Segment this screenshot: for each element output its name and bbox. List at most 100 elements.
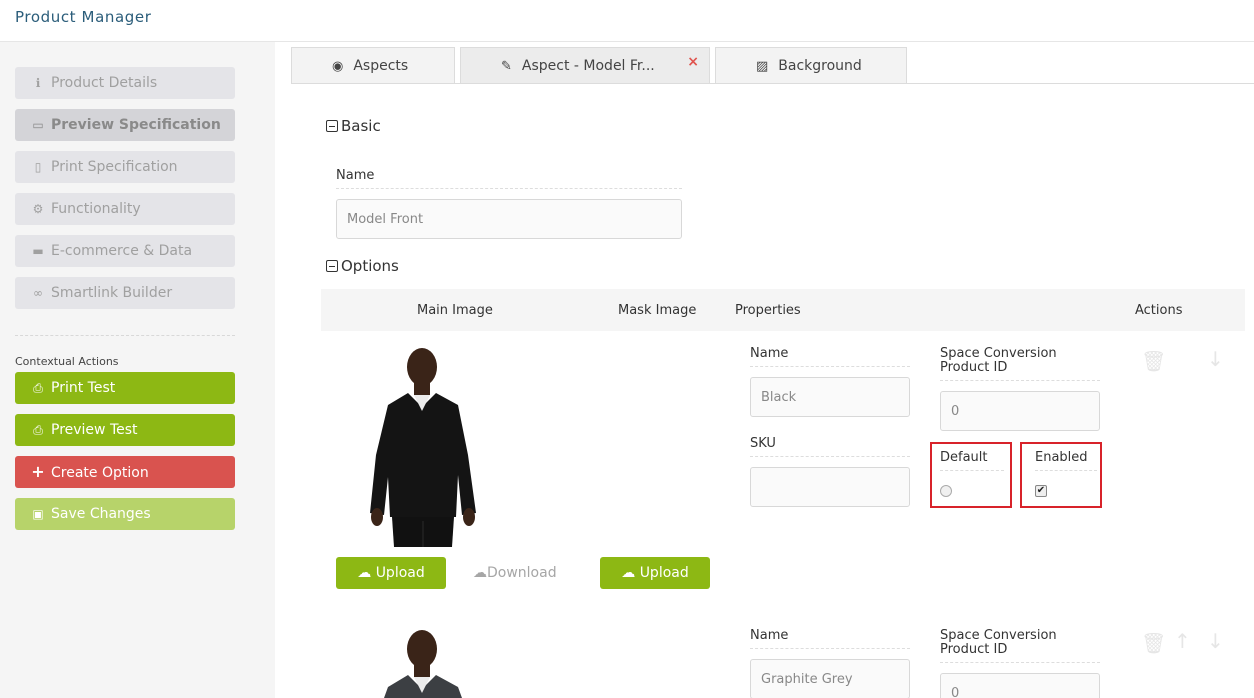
space-conversion-label: Space Conversion Product ID (940, 629, 1057, 657)
printer-icon: ⎙ (33, 423, 43, 437)
upload-main-image-button[interactable]: ☁ Upload (336, 557, 446, 589)
floppy-icon: ▣ (32, 507, 44, 521)
option-name-label: Name (750, 346, 789, 361)
pdf-file-icon: ▯ (34, 160, 42, 174)
basic-section-toggle[interactable]: Basic (326, 117, 381, 135)
options-section-toggle[interactable]: Options (326, 257, 399, 275)
nav-label: Functionality (51, 201, 141, 217)
sku-input[interactable] (750, 467, 910, 507)
printer-icon: ⎙ (33, 381, 43, 395)
nav-label: Smartlink Builder (51, 285, 173, 301)
upload-mask-image-button[interactable]: ☁ Upload (600, 557, 710, 589)
aspect-name-input[interactable] (336, 199, 682, 239)
tab-label: Aspect - Model Fr... (521, 58, 655, 74)
trash-icon[interactable]: 🗑 (1141, 349, 1166, 373)
nav-label: Print Specification (51, 159, 178, 175)
enabled-label: Enabled (1035, 450, 1088, 465)
button-label: Print Test (51, 380, 116, 396)
label-divider (940, 662, 1100, 663)
tab-aspects[interactable]: ◉ Aspects (291, 47, 455, 84)
label-divider (940, 470, 1004, 471)
col-mask-image: Mask Image (618, 303, 697, 318)
nav-label: E-commerce & Data (51, 243, 193, 259)
credit-card-icon: ▬ (32, 244, 44, 258)
save-changes-button[interactable]: ▣ Save Changes (15, 498, 235, 530)
arrow-down-icon[interactable]: ↓ (1207, 629, 1224, 653)
collapse-icon (326, 260, 338, 272)
space-conversion-product-id-input[interactable] (940, 391, 1100, 431)
button-label: Save Changes (51, 506, 151, 522)
nav-label: Product Details (51, 75, 158, 91)
option-name-input[interactable] (750, 659, 910, 698)
nav-product-details[interactable]: ℹ Product Details (15, 67, 235, 99)
cloud-download-icon: ☁ (473, 565, 487, 581)
label-divider (1035, 470, 1097, 471)
arrow-down-icon[interactable]: ↓ (1207, 347, 1224, 371)
button-label: Upload (639, 565, 689, 581)
sidebar-divider (15, 335, 235, 336)
tab-label: Background (778, 58, 862, 74)
label-line-1: Space Conversion (940, 346, 1057, 361)
label-divider (750, 366, 910, 367)
tab-aspect-model-front[interactable]: ✎ Aspect - Model Fr... × (460, 47, 710, 84)
nav-functionality[interactable]: ⚙ Functionality (15, 193, 235, 225)
contextual-actions-label: Contextual Actions (15, 355, 119, 368)
download-main-image-link[interactable]: ☁Download (473, 565, 557, 581)
default-radio[interactable] (940, 485, 952, 497)
link-label: Download (487, 565, 557, 581)
edit-icon: ✎ (501, 59, 512, 74)
section-title: Basic (341, 117, 381, 135)
section-title: Options (341, 257, 399, 275)
options-table-header: Main Image Mask Image Properties Actions (321, 289, 1245, 331)
plus-icon: + (31, 462, 45, 481)
nav-label: Preview Specification (51, 117, 221, 133)
print-test-button[interactable]: ⎙ Print Test (15, 372, 235, 404)
col-properties: Properties (735, 303, 801, 318)
nav-smartlink-builder[interactable]: ∞ Smartlink Builder (15, 277, 235, 309)
label-line-2: Product ID (940, 360, 1008, 375)
info-icon: ℹ (35, 76, 41, 90)
label-divider (750, 456, 910, 457)
col-main-image: Main Image (417, 303, 493, 318)
name-label: Name (336, 168, 375, 183)
gears-icon: ⚙ (32, 202, 44, 216)
collapse-icon (326, 120, 338, 132)
label-divider (940, 380, 1100, 381)
link-icon: ∞ (33, 286, 43, 300)
button-label: Create Option (51, 465, 149, 481)
option-name-input[interactable] (750, 377, 910, 417)
button-label: Upload (375, 565, 425, 581)
app-header: Product Manager (0, 0, 1254, 42)
label-line-1: Space Conversion (940, 628, 1057, 643)
button-label: Preview Test (51, 422, 138, 438)
label-divider (336, 188, 682, 189)
model-photo (384, 630, 462, 698)
sku-label: SKU (750, 436, 776, 451)
tab-background[interactable]: ▨ Background (715, 47, 907, 84)
option-name-label: Name (750, 628, 789, 643)
model-photo (370, 348, 476, 547)
label-divider (750, 648, 910, 649)
create-option-button[interactable]: + Create Option (15, 456, 235, 488)
col-actions: Actions (1135, 303, 1183, 318)
image-icon: ▨ (756, 59, 769, 74)
monitor-icon: ▭ (32, 118, 44, 132)
space-conversion-label: Space Conversion Product ID (940, 347, 1057, 375)
cloud-upload-icon: ☁ (621, 565, 636, 581)
eye-icon: ◉ (332, 59, 344, 74)
preview-test-button[interactable]: ⎙ Preview Test (15, 414, 235, 446)
trash-icon[interactable]: 🗑 (1141, 631, 1166, 655)
nav-print-specification[interactable]: ▯ Print Specification (15, 151, 235, 183)
arrow-up-icon[interactable]: ↑ (1174, 629, 1191, 653)
close-tab-icon[interactable]: × (687, 44, 699, 80)
label-line-2: Product ID (940, 642, 1008, 657)
nav-ecommerce-data[interactable]: ▬ E-commerce & Data (15, 235, 235, 267)
space-conversion-product-id-input[interactable] (940, 673, 1100, 698)
main-image-preview (330, 345, 530, 547)
main-image-preview (330, 627, 530, 698)
tab-label: Aspects (353, 58, 409, 74)
app-title: Product Manager (15, 8, 152, 26)
nav-preview-specification[interactable]: ▭ Preview Specification (15, 109, 235, 141)
enabled-checkbox[interactable]: ✔ (1035, 485, 1047, 497)
default-label: Default (940, 450, 988, 465)
